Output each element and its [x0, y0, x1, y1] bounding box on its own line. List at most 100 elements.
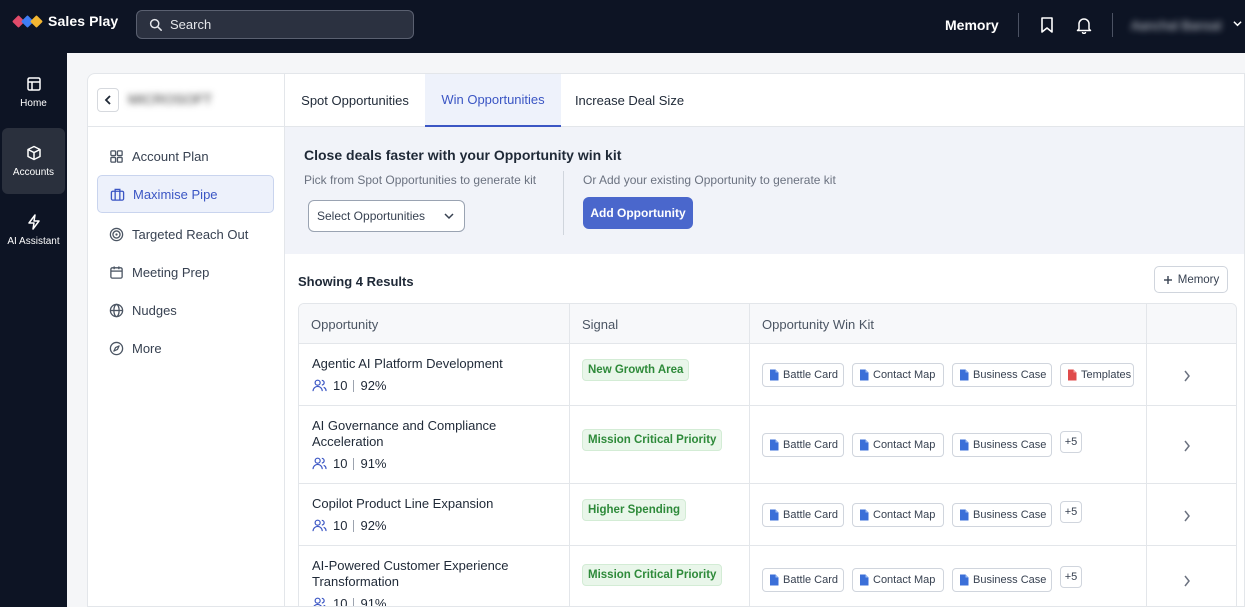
opportunity-name: AI-Powered Customer Experience Transform… — [312, 558, 509, 589]
signal-badge: Mission Critical Priority — [582, 564, 723, 586]
search-placeholder: Search — [170, 17, 212, 32]
win-kit-chip[interactable]: Contact Map — [852, 503, 944, 527]
chip-label: Business Case — [973, 574, 1047, 586]
chevron-down-icon[interactable] — [1233, 19, 1242, 28]
document-icon — [860, 369, 869, 381]
win-kit-chip[interactable]: Business Case — [952, 363, 1052, 387]
win-kit-chip[interactable]: Templates — [1060, 363, 1134, 387]
table-row[interactable]: Agentic AI Platform Development 10 92% New … — [299, 344, 1236, 406]
chip-label: Business Case — [973, 369, 1047, 381]
tab-bar: Spot Opportunities Win Opportunities Inc… — [285, 74, 1244, 127]
sidebar-item-label: More — [132, 340, 162, 356]
chevron-right-icon[interactable] — [1183, 370, 1191, 382]
match-score: 91% — [360, 596, 387, 607]
more-kit-chip[interactable]: +5 — [1060, 501, 1082, 523]
memory-button[interactable]: Memory — [1154, 266, 1228, 293]
win-kit-chip[interactable]: Contact Map — [852, 363, 944, 387]
sidebar-item-nudges[interactable]: Nudges — [97, 291, 274, 329]
table-row[interactable]: AI-Powered Customer Experience Transform… — [299, 546, 1236, 607]
users-icon — [312, 519, 327, 532]
chip-label: Contact Map — [873, 439, 936, 451]
tab-label: Increase Deal Size — [574, 93, 685, 108]
sidebar-item-maximise-pipe[interactable]: Maximise Pipe — [97, 175, 274, 213]
win-kit-chip[interactable]: Business Case — [952, 503, 1052, 527]
rail-label-home: Home — [20, 97, 47, 109]
bell-icon[interactable] — [1075, 16, 1093, 34]
document-icon — [860, 574, 869, 586]
chevron-right-icon[interactable] — [1183, 510, 1191, 522]
kit-add-text: Or Add your existing Opportunity to gene… — [583, 173, 836, 187]
document-icon — [860, 509, 869, 521]
app-name: Sales Play — [48, 13, 119, 29]
divider — [1112, 13, 1113, 37]
target-icon — [109, 227, 124, 241]
search-input[interactable]: Search — [136, 10, 414, 39]
document-icon — [960, 574, 969, 586]
rail-item-home[interactable]: Home — [2, 59, 65, 125]
calendar-icon — [110, 265, 123, 279]
more-kit-chip[interactable]: +5 — [1060, 431, 1082, 453]
win-kit-chip[interactable]: Business Case — [952, 433, 1052, 457]
chevron-right-icon[interactable] — [1183, 575, 1191, 587]
divider — [563, 171, 564, 235]
document-icon — [770, 439, 779, 451]
box-icon — [26, 145, 41, 160]
content-panel: Spot Opportunities Win Opportunities Inc… — [285, 74, 1244, 607]
table-row[interactable]: Copilot Product Line Expansion 10 92% Highe… — [299, 484, 1236, 546]
bolt-icon — [27, 213, 40, 230]
chevron-right-icon[interactable] — [1183, 440, 1191, 452]
sidebar-item-meeting-prep[interactable]: Meeting Prep — [97, 253, 274, 291]
win-kit-chip[interactable]: Battle Card — [762, 568, 844, 592]
back-button[interactable] — [97, 88, 119, 112]
win-kit-chip[interactable]: Business Case — [952, 568, 1052, 592]
tab-spot-opportunities[interactable]: Spot Opportunities — [285, 74, 425, 127]
signal-badge: Higher Spending — [582, 499, 686, 521]
sidebar-item-account-plan[interactable]: Account Plan — [97, 137, 274, 175]
results-count: Showing 4 Results — [298, 274, 414, 289]
win-kit-chip[interactable]: Battle Card — [762, 363, 844, 387]
document-icon — [860, 439, 869, 451]
rail-item-accounts[interactable]: Accounts — [2, 128, 65, 194]
sidebar-item-targeted-reach-out[interactable]: Targeted Reach Out — [97, 215, 274, 253]
plus-icon — [1163, 275, 1172, 284]
signal-badge: New Growth Area — [582, 359, 690, 381]
win-kit-chip[interactable]: Battle Card — [762, 433, 844, 457]
document-icon — [960, 369, 969, 381]
users-icon — [312, 457, 327, 470]
column-header-signal: Signal — [582, 316, 619, 332]
table-row[interactable]: AI Governance and Compliance Acceleratio… — [299, 406, 1236, 484]
memory-link[interactable]: Memory — [945, 17, 999, 33]
add-opportunity-button[interactable]: Add Opportunity — [583, 197, 693, 229]
column-header-win-kit: Opportunity Win Kit — [762, 316, 874, 332]
divider — [353, 597, 355, 606]
app-logo[interactable]: Sales Play — [12, 13, 119, 29]
bookmark-icon[interactable] — [1038, 16, 1056, 34]
opportunity-name: Agentic AI Platform Development — [312, 356, 503, 371]
win-kit-chip[interactable]: Contact Map — [852, 433, 944, 457]
chip-label: Business Case — [973, 439, 1047, 451]
memory-button-label: Memory — [1177, 273, 1220, 286]
tab-increase-deal-size[interactable]: Increase Deal Size — [561, 74, 698, 127]
chip-label: Business Case — [973, 509, 1047, 521]
sidebar-item-label: Account Plan — [132, 148, 209, 164]
select-opportunities-dropdown[interactable]: Select Opportunities — [308, 200, 465, 232]
contact-count: 10 — [333, 518, 348, 533]
grid-icon — [110, 149, 123, 163]
sidebar-item-more[interactable]: More — [97, 329, 274, 367]
table-header: Opportunity Signal Opportunity Win Kit — [299, 304, 1236, 344]
rail-label-accounts: Accounts — [12, 166, 55, 178]
compass-icon — [109, 341, 124, 355]
chevron-down-icon — [444, 213, 454, 220]
user-name[interactable]: Aanchal Bansal — [1131, 18, 1221, 33]
users-icon — [312, 379, 327, 392]
more-kit-chip[interactable]: +5 — [1060, 566, 1082, 588]
kit-title: Close deals faster with your Opportunity… — [304, 147, 622, 163]
tab-win-opportunities[interactable]: Win Opportunities — [425, 74, 561, 127]
sidebar-item-label: Targeted Reach Out — [132, 226, 249, 242]
win-kit-chip[interactable]: Battle Card — [762, 503, 844, 527]
rail-item-ai-assistant[interactable]: AI Assistant — [2, 197, 65, 263]
chip-label: Contact Map — [873, 369, 936, 381]
chip-label: Contact Map — [873, 574, 936, 586]
win-kit-chip[interactable]: Contact Map — [852, 568, 944, 592]
users-icon — [313, 597, 326, 606]
